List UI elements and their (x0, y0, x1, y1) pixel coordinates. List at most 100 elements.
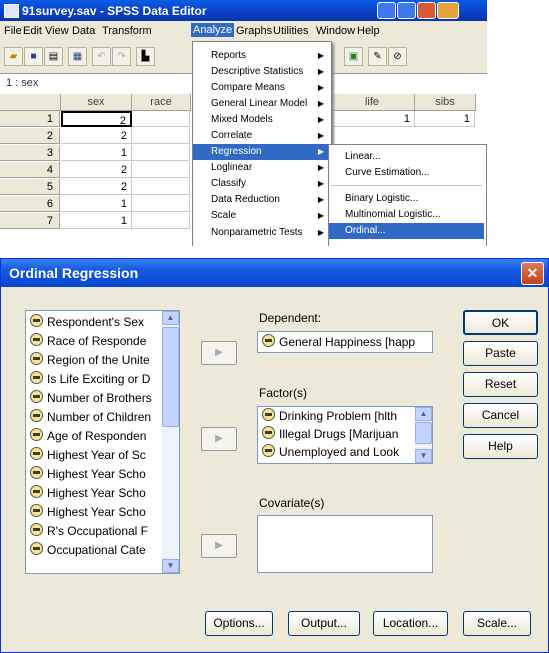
reset-button[interactable]: Reset (463, 372, 538, 397)
list-item[interactable]: Highest Year Scho (30, 465, 146, 484)
scroll-down-icon[interactable]: ▼ (415, 449, 432, 463)
row-number[interactable]: 2 (0, 128, 60, 144)
save-icon[interactable]: ■ (24, 47, 43, 66)
menu-help[interactable]: Help (357, 25, 380, 37)
data-cell-sex[interactable]: 2 (61, 162, 132, 178)
row-number[interactable]: 3 (0, 145, 60, 161)
data-cell-sex[interactable]: 2 (61, 179, 132, 195)
maximize-button[interactable] (397, 2, 416, 19)
close-button[interactable] (417, 2, 436, 19)
column-header-sex[interactable]: sex (61, 94, 132, 111)
menu-window[interactable]: Window (316, 25, 355, 37)
value-labels-icon[interactable]: ✎ (368, 47, 387, 66)
help-window-button[interactable] (437, 2, 459, 19)
data-cell-race[interactable] (132, 145, 190, 161)
menu-item-multinomial-logistic[interactable]: Multinomial Logistic... (329, 207, 484, 223)
list-item[interactable]: R's Occupational F (30, 522, 148, 541)
data-cell-life[interactable]: 1 (330, 111, 415, 127)
factors-list[interactable]: Drinking Problem [hlth Illegal Drugs [Ma… (257, 406, 433, 464)
minimize-button[interactable] (377, 2, 396, 19)
menu-graphs[interactable]: Graphs (236, 25, 272, 37)
menu-item-reports[interactable]: Reports ▶ (193, 48, 329, 64)
menu-item-scale[interactable]: Scale ▶ (193, 208, 329, 224)
select-cases-icon[interactable]: ▣ (344, 47, 363, 66)
data-cell-race[interactable] (132, 179, 190, 195)
menu-item-curve-estimation[interactable]: Curve Estimation... (329, 165, 484, 181)
column-header-race[interactable]: race (132, 94, 191, 111)
menu-data[interactable]: Data (72, 25, 95, 37)
list-item[interactable]: Unemployed and Look (262, 443, 399, 462)
ok-button[interactable]: OK (463, 310, 538, 335)
scroll-up-icon[interactable]: ▲ (162, 311, 179, 325)
menu-edit[interactable]: Edit (23, 25, 42, 37)
data-cell-sex[interactable]: 2 (61, 111, 132, 127)
menu-item-compare-means[interactable]: Compare Means ▶ (193, 80, 329, 96)
scroll-down-icon[interactable]: ▼ (162, 559, 179, 573)
data-cell-sex[interactable]: 1 (61, 145, 132, 161)
dependent-field[interactable]: General Happiness [happ (257, 331, 433, 353)
close-icon[interactable]: ✕ (521, 262, 544, 285)
menu-transform[interactable]: Transform (102, 25, 152, 37)
dependent-variable[interactable]: General Happiness [happ (262, 333, 415, 352)
menu-item-linear[interactable]: Linear... (329, 149, 484, 165)
move-to-dependent-button[interactable]: ▶ (201, 341, 237, 365)
menu-view[interactable]: View (45, 25, 69, 37)
list-item[interactable]: Illegal Drugs [Marijuan (262, 425, 398, 444)
move-to-covariates-button[interactable]: ▶ (201, 534, 237, 558)
scroll-up-icon[interactable]: ▲ (415, 407, 432, 421)
menu-utilities[interactable]: Utilities (273, 25, 308, 37)
data-cell-sex[interactable]: 2 (61, 128, 132, 144)
data-cell-race[interactable] (132, 213, 190, 229)
menu-item-data-reduction[interactable]: Data Reduction ▶ (193, 192, 329, 208)
list-item[interactable]: Highest Year Scho (30, 503, 146, 522)
data-cell-race[interactable] (132, 162, 190, 178)
location-button[interactable]: Location... (373, 611, 448, 636)
menu-item-nonparametric-tests[interactable]: Nonparametric Tests ▶ (193, 225, 329, 241)
undo-icon[interactable]: ↶ (92, 47, 111, 66)
list-item[interactable]: Is Life Exciting or D (30, 370, 150, 389)
menu-item-loglinear[interactable]: Loglinear ▶ (193, 160, 329, 176)
menu-item-ordinal[interactable]: Ordinal... (329, 223, 484, 239)
data-cell-sex[interactable]: 1 (61, 196, 132, 212)
data-cell-sex[interactable]: 1 (61, 213, 132, 229)
menu-analyze[interactable]: Analyze (191, 23, 235, 37)
list-item[interactable]: Number of Children (30, 408, 151, 427)
menu-item-regression[interactable]: Regression ▶ (193, 144, 329, 160)
scale-button[interactable]: Scale... (463, 611, 531, 636)
data-cell-race[interactable] (132, 128, 190, 144)
menu-item-binary-logistic[interactable]: Binary Logistic... (329, 191, 484, 207)
source-variable-list[interactable]: Respondent's Sex Race of Responde Region… (25, 310, 180, 574)
data-cell-race[interactable] (132, 196, 190, 212)
open-icon[interactable]: ▰ (4, 47, 23, 66)
menu-item-descriptive-statistics[interactable]: Descriptive Statistics ▶ (193, 64, 329, 80)
column-header-sibs[interactable]: sibs (415, 94, 476, 111)
factors-list-scrollbar[interactable]: ▲ ▼ (415, 407, 432, 463)
cancel-button[interactable]: Cancel (463, 403, 538, 428)
menu-item-general-linear-model[interactable]: General Linear Model ▶ (193, 96, 329, 112)
row-number[interactable]: 4 (0, 162, 60, 178)
row-number[interactable]: 1 (0, 111, 60, 127)
list-item[interactable]: Highest Year Scho (30, 484, 146, 503)
row-number[interactable]: 6 (0, 196, 60, 212)
column-header-life[interactable]: life (330, 94, 415, 111)
move-to-factors-button[interactable]: ▶ (201, 427, 237, 451)
goto-chart-icon[interactable]: ▙ (136, 47, 155, 66)
covariates-list[interactable] (257, 515, 433, 573)
list-item[interactable]: Occupational Cate (30, 541, 146, 560)
options-button[interactable]: Options... (205, 611, 273, 636)
use-sets-icon[interactable]: ⊘ (388, 47, 407, 66)
list-item[interactable]: Race of Responde (30, 332, 146, 351)
menu-item-mixed-models[interactable]: Mixed Models ▶ (193, 112, 329, 128)
redo-icon[interactable]: ↷ (112, 47, 131, 66)
list-item[interactable]: Highest Year of Sc (30, 446, 146, 465)
paste-button[interactable]: Paste (463, 341, 538, 366)
list-item[interactable]: Drinking Problem [hlth (262, 407, 397, 426)
data-cell-sibs[interactable]: 1 (415, 111, 475, 127)
list-item[interactable]: Age of Responden (30, 427, 146, 446)
menu-file[interactable]: File (4, 25, 22, 37)
menu-item-correlate[interactable]: Correlate ▶ (193, 128, 329, 144)
row-number[interactable]: 7 (0, 213, 60, 229)
menu-item-classify[interactable]: Classify ▶ (193, 176, 329, 192)
output-button[interactable]: Output... (288, 611, 360, 636)
list-item[interactable]: Respondent's Sex (30, 313, 144, 332)
